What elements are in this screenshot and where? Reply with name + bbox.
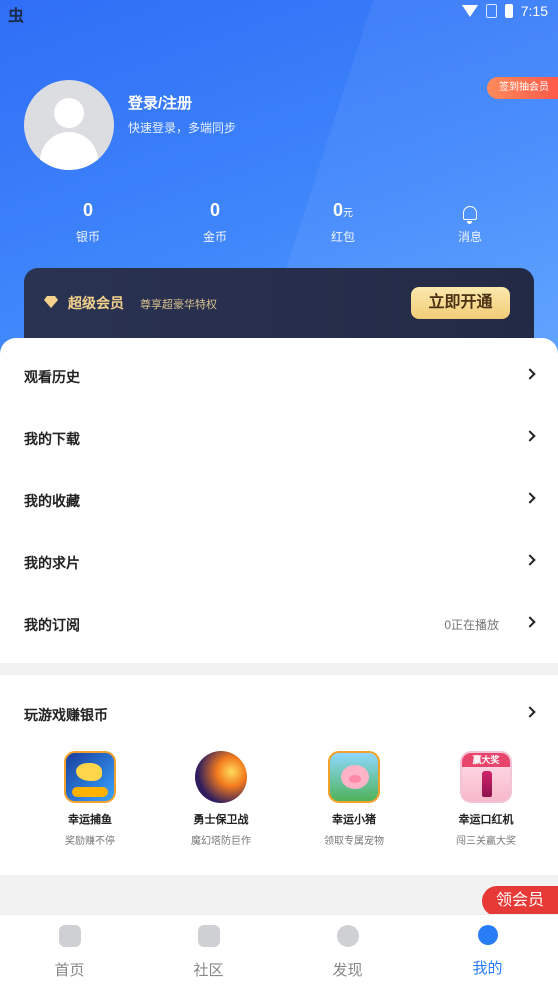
menu-item-subscriptions[interactable]: 我的订阅 0正在播放	[0, 593, 558, 655]
stat-value: 0	[209, 200, 220, 220]
avatar[interactable]	[24, 80, 114, 170]
login-subtitle: 快速登录，多端同步	[128, 121, 237, 135]
menu-item-favorites[interactable]: 我的收藏	[0, 469, 558, 531]
signin-lottery-button[interactable]: 签到抽会员	[487, 77, 558, 99]
tab-label: 我的	[472, 960, 503, 977]
bell-icon	[463, 206, 477, 224]
chevron-right-icon	[524, 492, 536, 504]
game-name: 幸运小猪	[332, 814, 376, 826]
game-icon-banner: 赢大奖	[462, 753, 510, 767]
chevron-right-icon	[524, 430, 536, 442]
tab-community[interactable]: 社区	[139, 915, 278, 992]
no-sim-icon	[485, 4, 497, 18]
game-desc: 领取专属宠物	[324, 836, 384, 847]
menu-item-history[interactable]: 观看历史	[0, 345, 558, 407]
bottom-tab-bar: 首页 社区 发现 我的	[0, 914, 558, 992]
chevron-right-icon	[524, 616, 536, 628]
lipstick-game-icon: 赢大奖	[460, 751, 512, 803]
chat-icon	[197, 925, 220, 947]
vip-title: 超级会员	[68, 295, 124, 311]
stat-value: 0	[332, 200, 343, 220]
game-desc: 魔幻塔防巨作	[191, 836, 251, 847]
stat-gold-coins[interactable]: 0 金币	[165, 200, 265, 245]
fishing-game-icon	[64, 751, 116, 803]
battery-icon	[504, 4, 513, 18]
stat-silver-coins[interactable]: 0 银币	[38, 200, 138, 245]
tab-home[interactable]: 首页	[0, 915, 139, 992]
tab-label: 社区	[193, 962, 224, 979]
game-item-lipstick[interactable]: 赢大奖 幸运口红机 闯三关赢大奖	[431, 751, 541, 847]
game-item-pig[interactable]: 幸运小猪 领取专属宠物	[299, 751, 409, 847]
game-item-warrior[interactable]: 勇士保卫战 魔幻塔防巨作	[166, 751, 276, 847]
chevron-right-icon	[524, 368, 536, 380]
menu-item-label: 观看历史	[24, 369, 80, 385]
menu-item-label: 我的求片	[24, 555, 80, 571]
tab-label: 发现	[332, 962, 363, 979]
app-logo-icon: 虫	[8, 8, 25, 25]
tab-label: 首页	[54, 962, 85, 979]
menu-item-requests[interactable]: 我的求片	[0, 531, 558, 593]
stat-unit: 元	[343, 208, 353, 219]
login-register-link[interactable]: 登录/注册	[128, 92, 192, 113]
get-vip-float-button[interactable]: 领会员	[481, 886, 558, 916]
tab-mine[interactable]: 我的	[418, 915, 557, 992]
clock: 7:15	[520, 3, 548, 19]
games-section: 玩游戏赚银币 幸运捕鱼 奖励赚不停 勇士保卫战 魔幻塔防巨作 幸运小猪 领取专属…	[0, 675, 558, 875]
game-desc: 闯三关赢大奖	[456, 836, 516, 847]
tab-discover[interactable]: 发现	[278, 915, 417, 992]
menu-item-label: 我的订阅	[24, 617, 80, 633]
game-name: 勇士保卫战	[193, 814, 249, 826]
stat-label: 消息	[457, 230, 482, 244]
wifi-icon	[461, 5, 478, 17]
menu-item-label: 我的收藏	[24, 493, 80, 509]
menu-item-label: 我的下载	[24, 431, 80, 447]
stat-value: 0	[82, 200, 93, 220]
stat-label: 银币	[75, 230, 100, 244]
warrior-game-icon	[195, 751, 247, 803]
game-name: 幸运口红机	[458, 814, 514, 826]
game-desc: 奖励赚不停	[65, 836, 115, 847]
chevron-right-icon[interactable]	[524, 706, 536, 718]
stat-label: 金币	[202, 230, 227, 244]
diamond-icon	[44, 296, 58, 308]
menu-item-downloads[interactable]: 我的下载	[0, 407, 558, 469]
compass-icon	[336, 925, 359, 947]
vip-subtitle: 尊享超豪华特权	[140, 299, 217, 311]
home-icon	[58, 925, 81, 947]
vip-open-button[interactable]: 立即开通	[411, 287, 510, 319]
chevron-right-icon	[524, 554, 536, 566]
user-icon	[477, 925, 498, 945]
games-section-title: 玩游戏赚银币	[24, 707, 108, 723]
menu-item-status: 0正在播放	[444, 618, 499, 632]
game-name: 幸运捕鱼	[68, 814, 112, 826]
stat-red-packet[interactable]: 0元 红包	[293, 200, 393, 245]
menu-list: 观看历史 我的下载 我的收藏 我的求片 我的订阅 0正在播放	[0, 338, 558, 663]
status-bar: 虫 7:15	[0, 0, 558, 25]
stat-label: 红包	[330, 230, 355, 244]
game-item-fishing[interactable]: 幸运捕鱼 奖励赚不停	[35, 751, 145, 847]
stats-row: 0 银币 0 金币 0元 红包 消息	[0, 200, 558, 250]
pig-game-icon	[328, 751, 380, 803]
stat-messages[interactable]: 消息	[420, 200, 520, 245]
